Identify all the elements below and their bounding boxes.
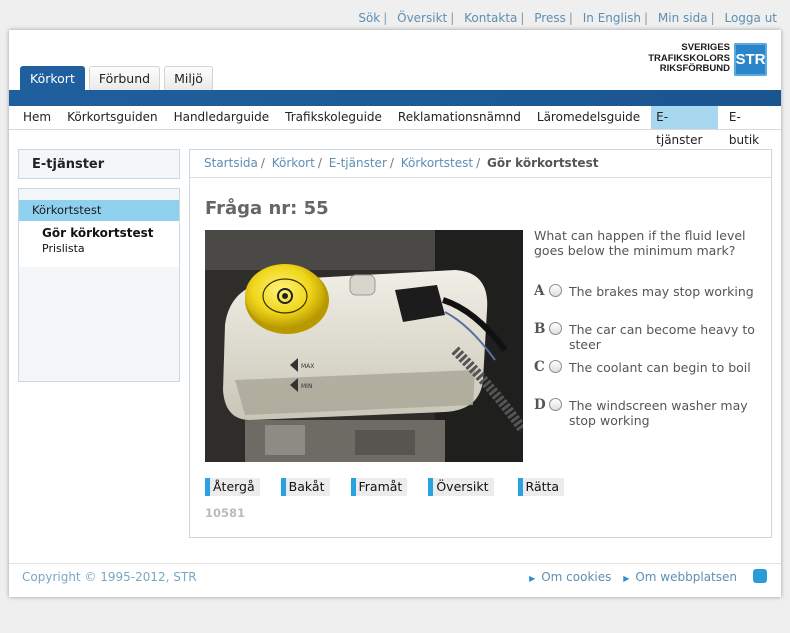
- answer-d: D The windscreen washer may stop working: [534, 398, 764, 436]
- tab-forbund[interactable]: Förbund: [88, 66, 161, 91]
- nav-hem[interactable]: Hem: [18, 106, 56, 129]
- footer-link-about[interactable]: Om webbplatsen: [635, 570, 737, 584]
- brake-fluid-reservoir-photo: MAX MIN: [205, 230, 523, 462]
- footer: Copyright © 1995-2012, STR ▶ Om cookies ▶…: [9, 563, 781, 588]
- share-icon[interactable]: [753, 569, 767, 583]
- sidebar-item-prislista[interactable]: Prislista: [19, 240, 179, 255]
- answer-letter: D: [534, 397, 546, 413]
- sidebar-item-korkortstest[interactable]: Körkortstest: [19, 200, 179, 221]
- nav-korkortsguiden[interactable]: Körkortsguiden: [62, 106, 162, 129]
- question-image: MAX MIN: [205, 230, 523, 462]
- nav-handledarguide[interactable]: Handledarguide: [169, 106, 275, 129]
- sidebar-item-gor-korkortstest[interactable]: Gör körkortstest: [19, 221, 179, 240]
- toplink-press[interactable]: Press: [534, 11, 566, 25]
- min-label: MIN: [301, 383, 312, 390]
- nav-reklamationsnamnd[interactable]: Reklamationsnämnd: [393, 106, 526, 129]
- breadcrumb: Startsida / Körkort / E-tjänster / Körkorts…: [190, 150, 771, 178]
- sidebar-title: E-tjänster: [32, 157, 105, 172]
- sidebar-title-box: E-tjänster: [18, 149, 180, 179]
- question-title: Fråga nr: 55: [205, 198, 329, 219]
- toplink-english[interactable]: In English: [583, 11, 641, 25]
- correct-button[interactable]: Rätta: [517, 478, 565, 496]
- answer-text: The brakes may stop working: [569, 284, 754, 299]
- answer-text: The car can become heavy to steer: [569, 322, 755, 352]
- answer-text: The coolant can begin to boil: [569, 360, 751, 375]
- answer-text: The windscreen washer may stop working: [569, 398, 748, 428]
- answer-letter: C: [534, 359, 545, 375]
- toplink-overview[interactable]: Översikt: [397, 11, 447, 25]
- nav-e-butik[interactable]: E-butik: [724, 106, 775, 147]
- arrow-right-icon: ▶: [623, 574, 630, 583]
- footer-links: ▶ Om cookies ▶ Om webbplatsen: [521, 570, 737, 584]
- nav-trafikskoleguide[interactable]: Trafikskoleguide: [280, 106, 387, 129]
- breadcrumb-e-tjanster[interactable]: E-tjänster: [329, 156, 387, 170]
- str-logo[interactable]: SVERIGES TRAFIKSKOLORS RIKSFÖRBUND STR: [648, 42, 767, 76]
- nav-laromedelsguide[interactable]: Läromedelsguide: [532, 106, 645, 129]
- arrow-right-icon: ▶: [529, 574, 536, 583]
- breadcrumb-korkortstest[interactable]: Körkortstest: [401, 156, 473, 170]
- tab-korkort[interactable]: Körkort: [20, 66, 85, 91]
- logo-text: SVERIGES TRAFIKSKOLORS RIKSFÖRBUND: [648, 42, 730, 75]
- main-tabs: Körkort Förbund Miljö: [20, 66, 217, 91]
- answer-a-radio[interactable]: [549, 284, 562, 297]
- page-frame: SVERIGES TRAFIKSKOLORS RIKSFÖRBUND STR K…: [9, 30, 781, 597]
- previous-button[interactable]: Bakåt: [280, 478, 330, 496]
- top-links: Sök | Översikt | Kontakta | Press | In Engli…: [358, 11, 777, 25]
- answer-c: C The coolant can begin to boil: [534, 360, 764, 398]
- breadcrumb-startsida[interactable]: Startsida: [204, 156, 258, 170]
- sidebar-menu: Körkortstest Gör körkortstest Prislista: [18, 188, 180, 382]
- answer-b: B The car can become heavy to steer: [534, 322, 764, 360]
- nav-e-tjanster[interactable]: E-tjänster: [651, 106, 718, 147]
- main-content: Startsida / Körkort / E-tjänster / Körkorts…: [189, 149, 772, 538]
- answer-letter: B: [534, 321, 546, 337]
- breadcrumb-korkort[interactable]: Körkort: [272, 156, 315, 170]
- copyright: Copyright © 1995-2012, STR: [22, 570, 197, 584]
- main-nav: Hem Körkortsguiden Handledarguide Trafik…: [9, 106, 781, 147]
- toplink-contact[interactable]: Kontakta: [464, 11, 517, 25]
- next-button[interactable]: Framåt: [350, 478, 408, 496]
- breadcrumb-current: Gör körkortstest: [486, 156, 599, 170]
- toplink-search[interactable]: Sök: [358, 11, 380, 25]
- question-buttons: Återgå Bakåt Framåt Översikt Rätta: [205, 478, 565, 496]
- answer-a: A The brakes may stop working: [534, 284, 764, 322]
- max-label: MAX: [301, 363, 314, 370]
- logo-badge: STR: [734, 42, 767, 76]
- blue-bar: [9, 90, 781, 106]
- answer-c-radio[interactable]: [549, 360, 562, 373]
- overview-button[interactable]: Översikt: [428, 478, 494, 496]
- question-id: 10581: [205, 506, 246, 520]
- toplink-my-page[interactable]: Min sida: [658, 11, 708, 25]
- tab-miljo[interactable]: Miljö: [164, 66, 213, 91]
- answer-d-radio[interactable]: [549, 398, 562, 411]
- answer-b-radio[interactable]: [549, 322, 562, 335]
- footer-link-cookies[interactable]: Om cookies: [541, 570, 611, 584]
- back-to-start-button[interactable]: Återgå: [205, 478, 260, 496]
- answer-letter: A: [534, 283, 545, 299]
- toplink-logout[interactable]: Logga ut: [724, 11, 777, 25]
- answer-list: A The brakes may stop working B The car …: [534, 284, 764, 436]
- question-text: What can happen if the fluid level goes …: [534, 228, 746, 258]
